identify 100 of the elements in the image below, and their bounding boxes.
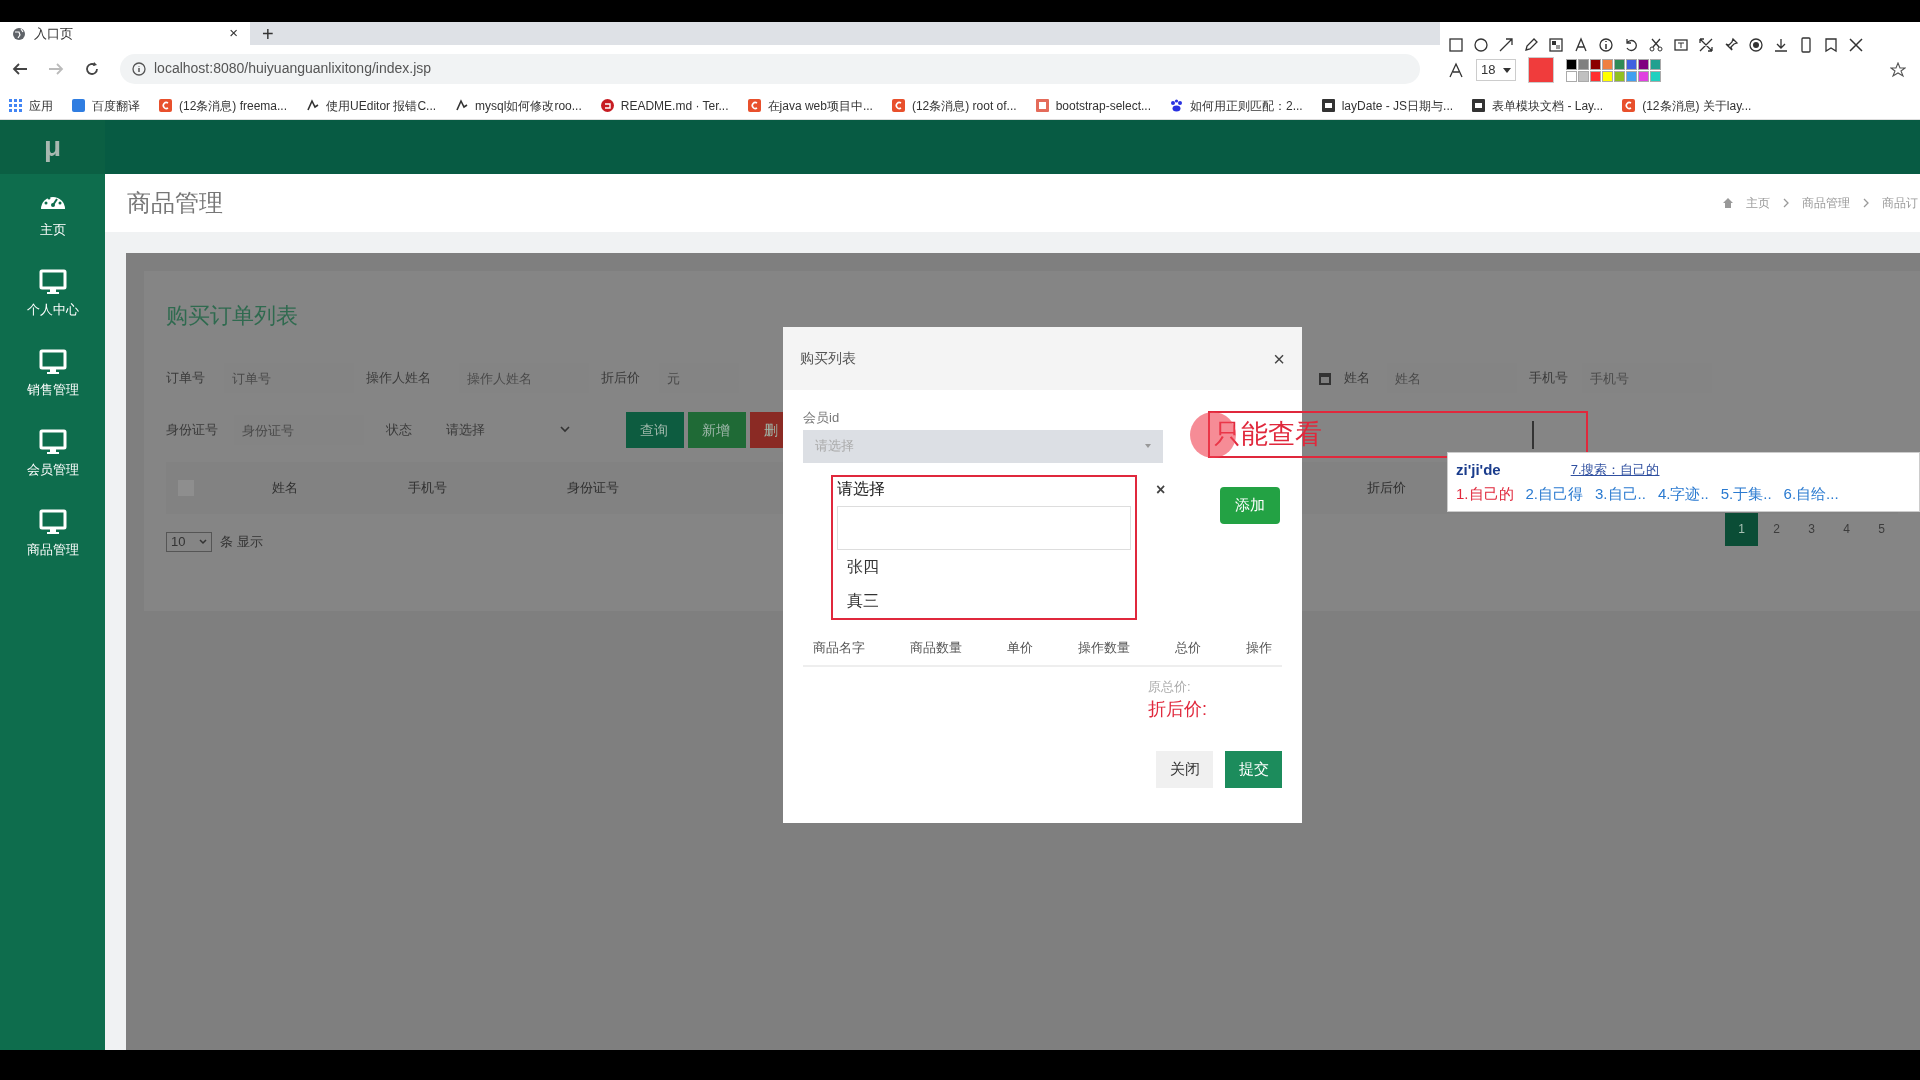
- bookmark-item[interactable]: README.md · Ter...: [599, 96, 729, 115]
- back-icon[interactable]: [12, 60, 28, 77]
- star-icon[interactable]: [1890, 62, 1906, 78]
- arrow-icon[interactable]: [1498, 37, 1514, 53]
- mosaic-icon[interactable]: [1548, 37, 1564, 53]
- logo-text: μ: [43, 130, 62, 164]
- ime-candidate[interactable]: 5.于集..: [1720, 483, 1772, 506]
- color-swatch[interactable]: [1602, 58, 1614, 70]
- browser-tab[interactable]: 入口页 ×: [0, 22, 250, 45]
- ime-candidate[interactable]: 3.自己..: [1595, 483, 1646, 506]
- sidebar-item[interactable]: 商品管理: [26, 494, 79, 574]
- color-swatch[interactable]: [1566, 70, 1578, 82]
- bookmark-item[interactable]: bootstrap-select...: [1034, 96, 1151, 115]
- close-button[interactable]: 关闭: [1156, 751, 1213, 788]
- ime-candidate[interactable]: 2.自己得: [1525, 483, 1584, 506]
- color-swatch[interactable]: [1578, 70, 1590, 82]
- color-swatch[interactable]: [1650, 58, 1662, 70]
- column-header: 手机号: [408, 479, 447, 498]
- url-text: localhost:8080/huiyuanguanlixitong/index.jsp: [154, 59, 432, 78]
- ime-search-link[interactable]: 7.搜索：自己的: [1570, 460, 1660, 480]
- current-color-swatch[interactable]: [1528, 57, 1555, 83]
- circle-icon[interactable]: [1473, 37, 1489, 53]
- bookmark-icon[interactable]: [1823, 37, 1839, 53]
- bookmark-item[interactable]: 表单模块文档 - Lay...: [1471, 96, 1604, 115]
- bookmark-item[interactable]: 在java web项目中...: [746, 96, 873, 115]
- action-button[interactable]: 新增: [688, 412, 746, 448]
- home-icon: [1722, 197, 1734, 209]
- sidebar-item[interactable]: 销售管理: [26, 334, 79, 414]
- dropdown-option[interactable]: 张四: [833, 550, 1135, 584]
- filter-label: 折后价: [601, 369, 641, 388]
- page-size-label: 条 显示: [220, 533, 263, 552]
- panel-title: 购买订单列表: [166, 302, 299, 330]
- reload-icon[interactable]: [84, 60, 100, 77]
- color-swatch[interactable]: [1650, 70, 1662, 82]
- page-size-select[interactable]: 10: [166, 532, 212, 552]
- circle-logo-icon: [599, 98, 615, 113]
- monitor-icon: [38, 348, 67, 374]
- record-icon[interactable]: [1748, 37, 1764, 53]
- ime-candidate[interactable]: 6.自给...: [1783, 483, 1839, 506]
- text-cursor: [1532, 421, 1534, 449]
- bookmark-item[interactable]: 使用UEditor 报错C...: [305, 96, 437, 115]
- undo-icon[interactable]: [1623, 37, 1639, 53]
- color-swatch[interactable]: [1638, 70, 1650, 82]
- color-swatch[interactable]: [1614, 70, 1626, 82]
- color-swatch[interactable]: [1602, 70, 1614, 82]
- sidebar-item[interactable]: 会员管理: [26, 414, 79, 494]
- globe-icon: [12, 26, 26, 41]
- info-icon: [132, 61, 146, 76]
- rectangle-icon[interactable]: [1448, 37, 1464, 53]
- color-swatch[interactable]: [1626, 58, 1638, 70]
- status-select[interactable]: 请选择: [438, 415, 578, 445]
- bookmark-item[interactable]: 应用: [8, 96, 53, 115]
- address-bar[interactable]: localhost:8080/huiyuanguanlixitong/index.jsp: [120, 53, 1420, 84]
- apps-grid-icon: [8, 98, 23, 113]
- submit-button[interactable]: 提交: [1225, 751, 1282, 788]
- bookmark-item[interactable]: (12条消息) root of...: [890, 96, 1017, 115]
- font-size-select[interactable]: 18: [1476, 59, 1517, 81]
- color-swatch[interactable]: [1578, 58, 1590, 70]
- sidebar-item[interactable]: 主页: [38, 174, 67, 254]
- font-size-icon: [1448, 62, 1464, 78]
- dropdown-header: 请选择: [836, 479, 886, 499]
- bookmark-item[interactable]: mysql如何修改roo...: [454, 96, 582, 115]
- column-header: 商品数量: [910, 638, 962, 657]
- bookmark-item[interactable]: 百度翻译: [71, 96, 140, 115]
- color-swatch[interactable]: [1590, 70, 1602, 82]
- expand-icon[interactable]: [1698, 37, 1714, 53]
- tab-close-button[interactable]: ×: [229, 22, 238, 45]
- column-header: 单价: [1007, 638, 1033, 657]
- new-tab-button[interactable]: +: [262, 23, 274, 45]
- ime-candidate[interactable]: 1.自己的: [1456, 483, 1514, 506]
- download-icon[interactable]: [1773, 37, 1789, 53]
- pin-icon[interactable]: [1723, 37, 1739, 53]
- modal-close-button[interactable]: ×: [1273, 343, 1285, 374]
- dropdown-search-field[interactable]: [837, 506, 1131, 550]
- bookmark-item[interactable]: 如何用正则匹配：2...: [1169, 96, 1303, 115]
- page-button[interactable]: 1: [1725, 512, 1758, 546]
- color-swatch[interactable]: [1626, 70, 1638, 82]
- phone-icon[interactable]: [1798, 37, 1814, 53]
- column-header: 折后价: [1367, 479, 1406, 498]
- add-button[interactable]: 添加: [1220, 487, 1280, 524]
- pencil-icon[interactable]: [1523, 37, 1539, 53]
- scissors-icon[interactable]: [1648, 37, 1664, 53]
- color-swatch[interactable]: [1566, 58, 1578, 70]
- bookmark-item[interactable]: (12条消息) freema...: [158, 96, 288, 115]
- close-icon[interactable]: [1848, 37, 1864, 53]
- text-tool-icon[interactable]: [1573, 37, 1589, 53]
- bookmark-item[interactable]: (12条消息) 关于lay...: [1621, 96, 1752, 115]
- color-swatch[interactable]: [1590, 58, 1602, 70]
- info-icon[interactable]: [1598, 37, 1614, 53]
- dropdown-option[interactable]: 真三: [833, 584, 1135, 618]
- page-title: 商品管理: [127, 188, 224, 218]
- bookmark-item[interactable]: layDate - JS日期与...: [1320, 96, 1454, 115]
- sidebar-item[interactable]: 个人中心: [26, 254, 79, 334]
- ime-candidate[interactable]: 4.字迹..: [1657, 483, 1709, 506]
- action-button[interactable]: 查询: [626, 412, 684, 448]
- translate-icon[interactable]: [1673, 37, 1689, 53]
- letter-c-icon: [890, 98, 906, 113]
- color-swatch[interactable]: [1638, 58, 1650, 70]
- clear-button[interactable]: ×: [1156, 478, 1166, 502]
- color-swatch[interactable]: [1614, 58, 1626, 70]
